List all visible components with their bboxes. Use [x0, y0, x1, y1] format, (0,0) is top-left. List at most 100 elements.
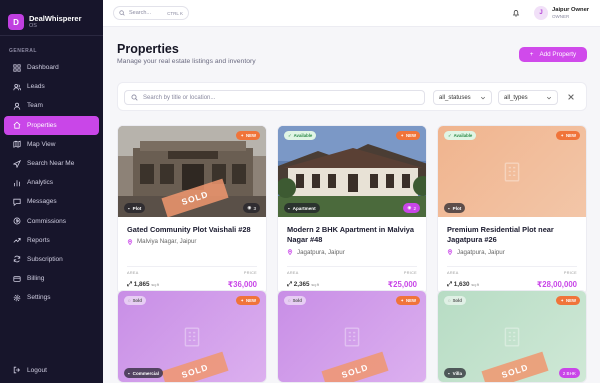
- sidebar-item-label: Commissions: [27, 217, 67, 225]
- brand-logo: D: [8, 14, 24, 30]
- sidebar-item-settings[interactable]: Settings: [4, 288, 99, 307]
- status-badge: ✓ Available: [284, 131, 317, 140]
- photo-count: ◉ 2: [403, 203, 420, 213]
- property-photo: SOLD ◌ Sold ✦ NEW: [278, 291, 426, 382]
- area-label: AREA: [447, 271, 459, 275]
- sold-ribbon: SOLD: [161, 351, 229, 382]
- photo-count: ◉ 3: [243, 203, 260, 213]
- area-unit: sq.ft: [471, 282, 479, 287]
- sidebar-item-search-near-me[interactable]: Search Near Me: [4, 154, 99, 173]
- property-card[interactable]: ✓ Available ✦ NEW ▪ Plot Premium Residentia…: [437, 125, 587, 295]
- status-badge-label: Sold: [132, 298, 142, 303]
- search-placeholder: Search...: [129, 10, 152, 16]
- page-subtitle: Manage your real estate listings and inv…: [117, 58, 256, 65]
- property-photo: ✓ Available ✦ NEW ▪ Plot: [438, 126, 586, 217]
- brand-name: DealWhisperer: [29, 14, 82, 23]
- logout-button[interactable]: Logout: [0, 366, 103, 374]
- sidebar-item-subscription[interactable]: Subscription: [4, 250, 99, 269]
- property-search-input[interactable]: Search by title or location...: [124, 90, 425, 105]
- sidebar-item-leads[interactable]: Leads: [4, 77, 99, 96]
- pin-icon: [287, 249, 293, 256]
- type-tag-label: Apartment: [292, 205, 316, 211]
- close-icon[interactable]: [567, 93, 575, 101]
- price-value: ₹25,000: [387, 280, 417, 289]
- property-card[interactable]: SOLD ◌ Sold ✦ NEW ▪ Villa 2 BHK: [437, 290, 587, 383]
- filter-bar: Search by title or location... all_statu…: [117, 82, 587, 111]
- status-select[interactable]: all_statuses: [433, 90, 492, 105]
- new-badge-label: NEW: [245, 133, 256, 138]
- sidebar-item-label: Settings: [27, 294, 51, 302]
- area-unit: sq.ft: [311, 282, 319, 287]
- fire-icon: ✦: [240, 132, 244, 138]
- building-icon: [504, 326, 520, 347]
- type-icon: ▪: [128, 370, 130, 376]
- add-property-button[interactable]: + Add Property: [519, 47, 587, 62]
- sidebar-item-commissions[interactable]: Commissions: [4, 212, 99, 231]
- type-tag-label: Plot: [452, 205, 462, 211]
- type-icon: ▪: [448, 370, 450, 376]
- status-badge-label: Available: [293, 133, 313, 138]
- status-badge: ◌ Sold: [124, 296, 146, 305]
- fire-icon: ✦: [240, 297, 244, 303]
- status-badge-label: Sold: [452, 298, 462, 303]
- fire-icon: ✦: [560, 297, 564, 303]
- area-value: ⤢ 1,865 sq.ft: [127, 281, 159, 288]
- avatar[interactable]: J: [534, 6, 548, 20]
- new-badge-label: NEW: [565, 298, 576, 303]
- bhk-tag-value: 2 BHK: [562, 370, 576, 376]
- user-name: Jaipur Owner: [552, 7, 590, 13]
- new-badge: ✦ NEW: [396, 131, 420, 140]
- sidebar-item-analytics[interactable]: Analytics: [4, 173, 99, 192]
- message-icon: [13, 198, 21, 206]
- sidebar-item-properties[interactable]: Properties: [4, 115, 99, 135]
- global-search-input[interactable]: Search... CTRL K: [113, 6, 189, 20]
- team-icon: [13, 102, 21, 110]
- property-card[interactable]: SOLD ✦ NEW ▪ Plot ◉ 3 Gated Community Plot …: [117, 125, 267, 295]
- search-icon: [119, 10, 125, 16]
- property-photo: ✓ Available ✦ NEW ▪ Apartment ◉ 2: [278, 126, 426, 217]
- card-title: Premium Residential Plot near Jagatpura …: [447, 225, 554, 245]
- property-card[interactable]: SOLD ◌ Sold ✦ NEW ▪ Commercial: [117, 290, 267, 383]
- type-tag-label: Plot: [132, 205, 142, 211]
- type-tag: ▪ Commercial: [124, 368, 163, 378]
- fire-icon: ✦: [400, 297, 404, 303]
- type-tag-label: Commercial: [132, 370, 159, 376]
- sidebar-item-label: Map View: [27, 140, 56, 148]
- building-icon: [344, 326, 360, 347]
- sidebar-item-dashboard[interactable]: Dashboard: [4, 58, 99, 77]
- fire-icon: ✦: [400, 132, 404, 138]
- type-icon: ▪: [128, 205, 130, 211]
- sidebar-item-messages[interactable]: Messages: [4, 192, 99, 211]
- sidebar-item-team[interactable]: Team: [4, 96, 99, 115]
- card-location-text: Jagatpura, Jaipur: [457, 248, 505, 256]
- sidebar-item-label: Team: [27, 102, 43, 110]
- type-select[interactable]: all_types: [498, 90, 558, 105]
- new-badge-label: NEW: [405, 298, 416, 303]
- refresh-icon: [13, 256, 21, 263]
- new-badge: ✦ NEW: [396, 296, 420, 305]
- sidebar-item-reports[interactable]: Reports: [4, 231, 99, 250]
- status-select-value: all_statuses: [439, 94, 471, 101]
- topbar: Search... CTRL K J Jaipur Owner OWNER: [103, 0, 600, 27]
- bell-icon[interactable]: [512, 9, 520, 17]
- map-icon: [13, 140, 21, 149]
- sidebar-item-label: Analytics: [27, 179, 54, 187]
- type-tag-label: Villa: [452, 370, 463, 376]
- property-card[interactable]: SOLD ◌ Sold ✦ NEW: [277, 290, 427, 383]
- property-card[interactable]: ✓ Available ✦ NEW ▪ Apartment ◉ 2 Modern 2 B…: [277, 125, 427, 295]
- sidebar-item-billing[interactable]: Billing: [4, 269, 99, 288]
- camera-icon: ◉: [247, 205, 252, 210]
- new-badge-label: NEW: [245, 298, 256, 303]
- sold-ribbon: SOLD: [481, 351, 549, 382]
- type-icon: ▪: [288, 205, 290, 211]
- pin-icon: [447, 249, 453, 256]
- price-label: PRICE: [243, 271, 257, 275]
- new-badge-label: NEW: [405, 133, 416, 138]
- card-location: Jagatpura, Jaipur: [447, 249, 577, 256]
- card-footer: AREA PRICE ⤢ 1,630 sq.ft ₹28,00,000: [447, 266, 577, 289]
- sidebar-item-map-view[interactable]: Map View: [4, 135, 99, 154]
- area-number: 2,365: [293, 281, 310, 288]
- status-badge-label: Sold: [292, 298, 302, 303]
- gear-icon: [13, 294, 21, 302]
- brand[interactable]: D DealWhisperer OS: [0, 0, 103, 36]
